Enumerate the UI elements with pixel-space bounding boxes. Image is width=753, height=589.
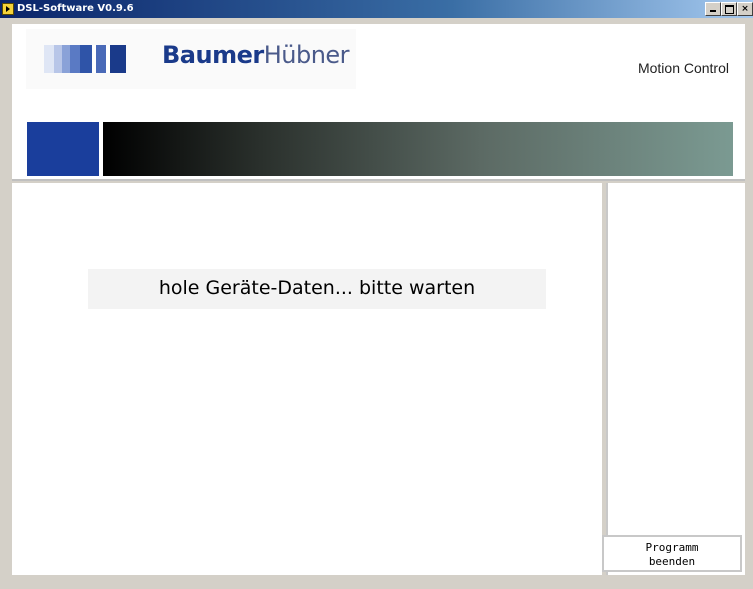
window-title: DSL-Software V0.9.6 — [17, 3, 134, 14]
company-logo: BaumerHübner — [26, 29, 356, 89]
side-panel — [606, 183, 745, 575]
logo-wordmark: BaumerHübner — [162, 41, 350, 69]
main-content-panel: hole Geräte-Daten... bitte warten — [12, 183, 602, 575]
logo-bars-icon — [44, 45, 126, 73]
header-banner: BaumerHübner Motion Control — [12, 24, 745, 181]
tagline: Motion Control — [637, 60, 729, 76]
maximize-icon[interactable] — [721, 2, 737, 16]
app-window: DSL-Software V0.9.6 × BaumerHübner Motio… — [0, 0, 753, 589]
quit-button-label-line2: beenden — [648, 555, 696, 568]
banner-blue-block — [27, 122, 99, 176]
banner-gradient-strip — [103, 122, 733, 176]
quit-program-button[interactable]: Programm beenden — [602, 535, 742, 572]
app-icon[interactable] — [2, 3, 14, 15]
window-controls: × — [705, 2, 753, 16]
close-icon[interactable]: × — [737, 2, 753, 16]
quit-button-label-line1: Programm — [645, 541, 699, 554]
status-message: hole Geräte-Daten... bitte warten — [88, 269, 546, 309]
title-bar[interactable]: DSL-Software V0.9.6 × — [0, 0, 753, 18]
minimize-icon[interactable] — [705, 2, 721, 16]
